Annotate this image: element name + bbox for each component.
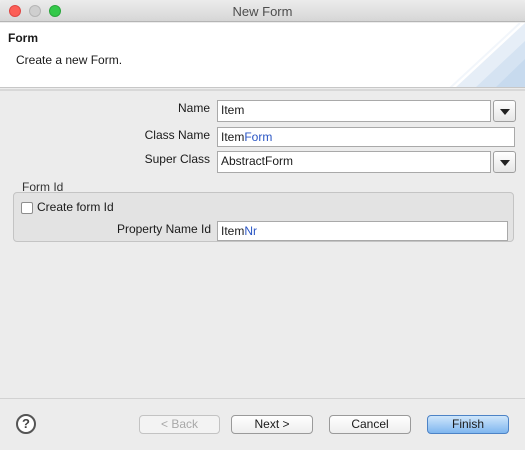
page-description: Create a new Form. (16, 53, 123, 67)
property-name-prefix: Item (221, 224, 245, 238)
cancel-button[interactable]: Cancel (329, 415, 411, 434)
title-bar: New Form (0, 0, 525, 22)
name-dropdown-button[interactable] (493, 100, 516, 122)
window-title: New Form (232, 4, 293, 19)
wizard-banner-graphic (449, 23, 525, 87)
name-combo[interactable]: Item (217, 100, 491, 122)
super-class-combo[interactable]: AbstractForm (217, 151, 491, 173)
property-name-suffix: Nr (244, 224, 258, 238)
header-divider (0, 89, 525, 91)
name-label: Name (177, 101, 210, 115)
class-name-label: Class Name (144, 128, 210, 142)
class-name-input[interactable]: ItemForm (217, 127, 515, 147)
class-name-prefix: Item (221, 130, 245, 144)
back-button[interactable]: < Back (139, 415, 220, 434)
footer-divider (0, 398, 525, 399)
super-class-label: Super Class (144, 152, 210, 166)
help-icon[interactable]: ? (16, 414, 36, 434)
property-name-id-input[interactable]: ItemNr (217, 221, 508, 241)
wizard-header: Form Create a new Form. (0, 23, 525, 88)
super-class-dropdown-button[interactable] (493, 151, 516, 173)
super-class-value: AbstractForm (221, 154, 294, 168)
property-name-id-label: Property Name Id (116, 222, 211, 236)
create-form-id-checkbox[interactable] (21, 202, 33, 214)
class-name-suffix: Form (244, 130, 273, 144)
next-button[interactable]: Next > (231, 415, 313, 434)
create-form-id-label[interactable]: Create form Id (37, 200, 114, 214)
name-value: Item (221, 103, 245, 117)
page-title: Form (8, 31, 38, 45)
finish-button[interactable]: Finish (427, 415, 509, 434)
